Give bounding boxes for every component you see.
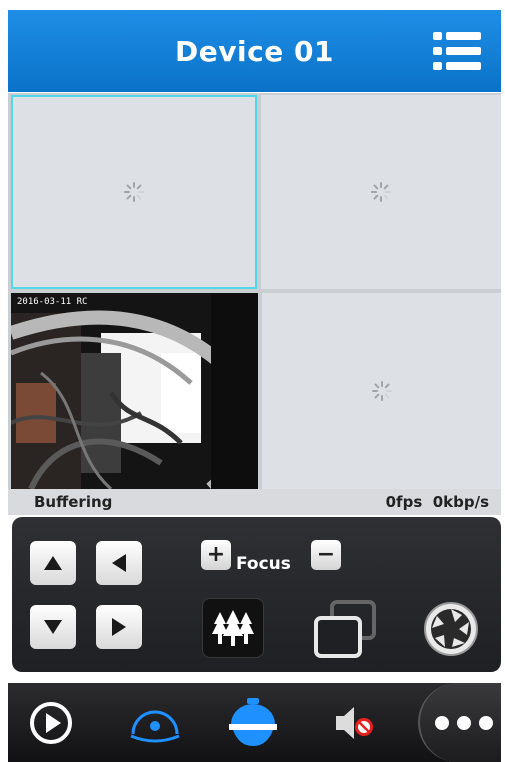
more-button[interactable] — [418, 683, 501, 762]
play-icon — [30, 701, 72, 744]
up-arrow-icon — [44, 556, 62, 570]
ptz-camera-button[interactable] — [222, 683, 284, 762]
focus-minus-button[interactable]: − — [311, 540, 341, 570]
video-tile-4[interactable] — [262, 293, 501, 489]
loading-spinner-icon — [371, 381, 392, 401]
speaker-muted-icon — [336, 706, 373, 739]
down-arrow-icon — [44, 620, 62, 634]
stream-rate: 0fps 0kbp/s — [385, 493, 489, 511]
bottom-toolbar — [8, 683, 501, 762]
play-button[interactable] — [24, 683, 78, 762]
multi-window-icon — [314, 600, 376, 658]
focus-label: Focus — [236, 554, 291, 574]
forest-icon — [212, 610, 254, 646]
buffering-status: Buffering — [34, 493, 113, 511]
pan-up-button[interactable] — [30, 541, 76, 585]
pan-down-button[interactable] — [30, 605, 76, 649]
scene-mode-button[interactable] — [202, 598, 264, 658]
camera-feed-image — [11, 293, 258, 489]
loading-spinner-icon — [371, 182, 391, 202]
pan-right-button[interactable] — [96, 605, 142, 649]
video-tile-1[interactable] — [11, 95, 257, 289]
focus-plus-button[interactable]: + — [201, 540, 231, 570]
video-grid: 2016-03-11 RC — [8, 93, 501, 489]
list-menu-icon[interactable] — [431, 28, 483, 74]
aperture-icon — [424, 602, 478, 656]
dome-camera-icon — [130, 710, 180, 742]
video-tile-2[interactable] — [261, 95, 501, 289]
dome-camera-button[interactable] — [124, 683, 186, 762]
stream-status-bar: Buffering 0fps 0kbp/s — [8, 489, 501, 515]
app-header: Device 01 — [8, 10, 501, 92]
left-arrow-icon — [112, 554, 126, 572]
multi-window-button[interactable] — [310, 598, 380, 660]
video-tile-3[interactable]: 2016-03-11 RC — [11, 293, 258, 489]
video-timestamp-overlay: 2016-03-11 RC — [17, 297, 88, 307]
more-icon — [435, 716, 493, 730]
right-arrow-icon — [112, 618, 126, 636]
audio-mute-button[interactable] — [326, 683, 382, 762]
snapshot-button[interactable] — [420, 598, 482, 660]
page-title: Device 01 — [175, 34, 334, 68]
ptz-camera-icon — [229, 697, 277, 746]
loading-spinner-icon — [124, 182, 144, 202]
pan-left-button[interactable] — [96, 541, 142, 585]
